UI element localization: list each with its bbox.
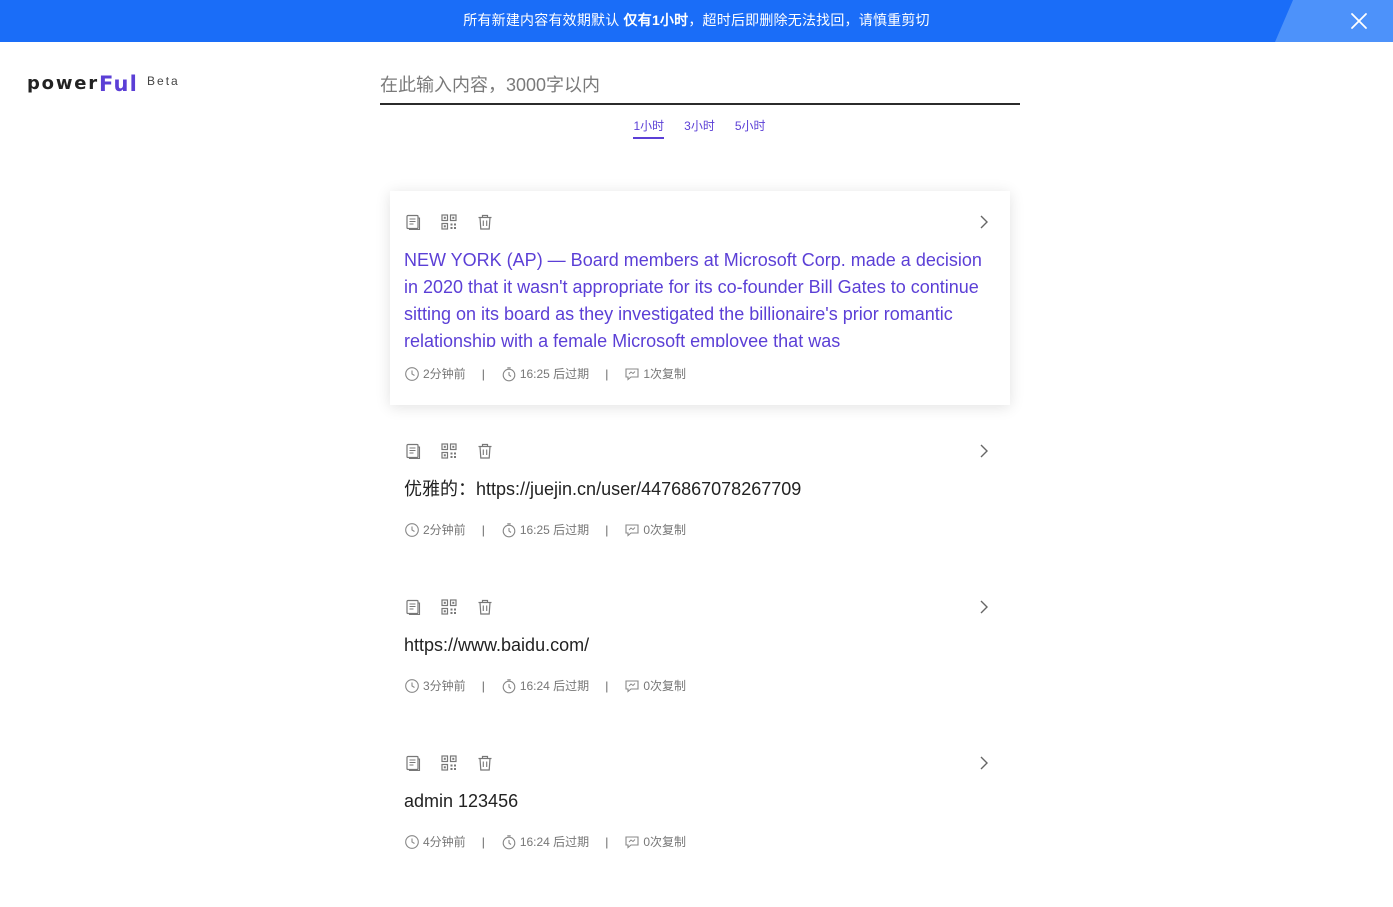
- qrcode-icon[interactable]: [440, 442, 458, 460]
- clip-meta: 3分钟前 | 16:24 后过期 | 0次复制: [404, 677, 686, 694]
- created-time-text: 2分钟前: [423, 367, 466, 381]
- clip-content: https://www.baidu.com/: [404, 635, 590, 655]
- separator: |: [481, 366, 485, 381]
- separator: |: [605, 678, 609, 693]
- timer-icon: [502, 366, 516, 381]
- qrcode-icon[interactable]: [440, 213, 458, 231]
- banner-text-prefix: 所有新建内容有效期默认: [463, 12, 624, 28]
- chevron-right-icon[interactable]: [976, 598, 992, 616]
- message-icon: [625, 367, 639, 381]
- trash-icon[interactable]: [476, 213, 494, 231]
- clip-card[interactable]: https://www.baidu.com/ 3分钟前 | 16:24 后过期 …: [390, 576, 1010, 716]
- timer-icon: [502, 678, 516, 693]
- copy-count: 0次复制: [624, 833, 686, 850]
- tab-3-hours[interactable]: 3小时: [684, 117, 715, 139]
- copy-icon[interactable]: [404, 442, 422, 460]
- banner-text-bold: 仅有1小时: [623, 12, 689, 28]
- clip-meta: 2分钟前 | 16:25 后过期 | 1次复制: [404, 365, 686, 382]
- clip-meta: 4分钟前 | 16:24 后过期 | 0次复制: [404, 833, 686, 850]
- separator: |: [605, 834, 609, 849]
- clock-icon: [405, 522, 419, 537]
- card-toolbar: [404, 213, 494, 231]
- banner-text-suffix: ，超时后即删除无法找回，请慎重剪切: [688, 12, 930, 28]
- expire-time-text: 16:24 后过期: [519, 679, 590, 693]
- tab-5-hours[interactable]: 5小时: [735, 117, 766, 139]
- copy-count-text: 0次复制: [643, 523, 686, 537]
- timer-icon: [502, 522, 516, 537]
- expire-time: 16:25 后过期: [501, 521, 589, 538]
- copy-icon[interactable]: [404, 754, 422, 772]
- clip-card[interactable]: NEW YORK (AP) — Board members at Microso…: [390, 191, 1010, 405]
- separator: |: [605, 366, 609, 381]
- expire-time-text: 16:25 后过期: [519, 523, 590, 537]
- clock-icon: [405, 834, 419, 849]
- separator: |: [481, 678, 485, 693]
- separator: |: [481, 834, 485, 849]
- card-toolbar: [404, 754, 494, 772]
- created-time: 4分钟前: [404, 833, 466, 850]
- clip-content: NEW YORK (AP) — Board members at Microso…: [404, 250, 982, 347]
- clip-card[interactable]: 优雅的：https://juejin.cn/user/4476867078267…: [390, 420, 1010, 560]
- copy-count-text: 0次复制: [643, 835, 686, 849]
- created-time: 2分钟前: [404, 521, 466, 538]
- logo[interactable]: power Ful Beta: [27, 70, 180, 98]
- card-toolbar: [404, 442, 494, 460]
- beta-badge: Beta: [147, 74, 180, 88]
- created-time-text: 2分钟前: [423, 523, 466, 537]
- created-time-text: 4分钟前: [423, 835, 466, 849]
- clip-content: 优雅的：https://juejin.cn/user/4476867078267…: [404, 479, 802, 499]
- expire-time: 16:24 后过期: [501, 677, 589, 694]
- content-input[interactable]: [380, 68, 1020, 102]
- copy-count: 0次复制: [624, 677, 686, 694]
- qrcode-icon[interactable]: [440, 754, 458, 772]
- timer-icon: [502, 834, 516, 849]
- duration-tabs: 1小时 3小时 5小时: [0, 117, 1393, 139]
- trash-icon[interactable]: [476, 598, 494, 616]
- logo-accent-text: Ful: [98, 72, 139, 96]
- trash-icon[interactable]: [476, 442, 494, 460]
- clock-icon: [405, 678, 419, 693]
- tab-1-hour[interactable]: 1小时: [633, 117, 665, 139]
- clip-content: admin 123456: [404, 791, 519, 811]
- banner-text: 所有新建内容有效期默认 仅有1小时，超时后即删除无法找回，请慎重剪切: [0, 0, 1393, 42]
- card-toolbar: [404, 598, 494, 616]
- expire-time: 16:25 后过期: [501, 365, 589, 382]
- copy-count: 1次复制: [624, 365, 686, 382]
- created-time-text: 3分钟前: [423, 679, 466, 693]
- copy-count-text: 1次复制: [643, 367, 686, 381]
- notice-banner: 所有新建内容有效期默认 仅有1小时，超时后即删除无法找回，请慎重剪切: [0, 0, 1393, 42]
- created-time: 3分钟前: [404, 677, 466, 694]
- chevron-right-icon[interactable]: [976, 213, 992, 231]
- copy-count-text: 0次复制: [643, 679, 686, 693]
- expire-time-text: 16:24 后过期: [519, 835, 590, 849]
- message-icon: [625, 523, 639, 537]
- clip-meta: 2分钟前 | 16:25 后过期 | 0次复制: [404, 521, 686, 538]
- copy-count: 0次复制: [624, 521, 686, 538]
- message-icon: [625, 835, 639, 849]
- chevron-right-icon[interactable]: [976, 754, 992, 772]
- close-icon[interactable]: [1349, 11, 1369, 31]
- expire-time: 16:24 后过期: [501, 833, 589, 850]
- clip-card[interactable]: admin 123456 4分钟前 | 16:24 后过期 | 0次复制: [390, 732, 1010, 872]
- content-input-wrapper: [380, 68, 1020, 105]
- separator: |: [481, 522, 485, 537]
- expire-time-text: 16:25 后过期: [519, 367, 590, 381]
- copy-icon[interactable]: [404, 213, 422, 231]
- clock-icon: [405, 366, 419, 381]
- separator: |: [605, 522, 609, 537]
- qrcode-icon[interactable]: [440, 598, 458, 616]
- chevron-right-icon[interactable]: [976, 442, 992, 460]
- logo-main-text: power: [27, 73, 99, 94]
- message-icon: [625, 679, 639, 693]
- copy-icon[interactable]: [404, 598, 422, 616]
- trash-icon[interactable]: [476, 754, 494, 772]
- created-time: 2分钟前: [404, 365, 466, 382]
